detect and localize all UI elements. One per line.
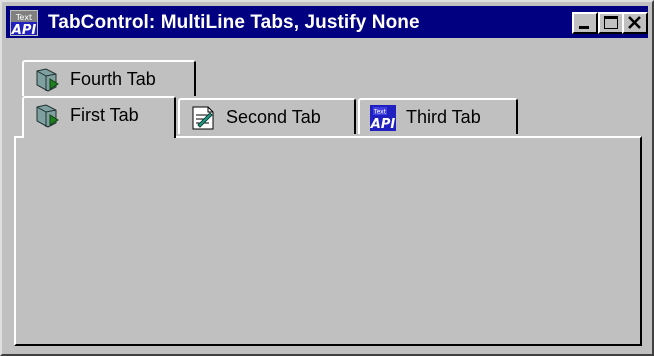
- svg-text:API: API: [370, 117, 395, 131]
- tab-second[interactable]: Second Tab: [178, 98, 356, 134]
- document-icon: [190, 105, 216, 131]
- tab-content-panel: [14, 136, 642, 346]
- maximize-icon: [604, 16, 618, 29]
- tab-third[interactable]: Text API Third Tab: [358, 98, 518, 134]
- tab-fourth[interactable]: Fourth Tab: [22, 60, 196, 96]
- svg-text:Text: Text: [15, 13, 32, 22]
- minimize-icon: [579, 26, 589, 29]
- tab-label: First Tab: [70, 105, 139, 125]
- minimize-button[interactable]: [572, 12, 598, 34]
- close-button[interactable]: [622, 12, 648, 34]
- tab-label: Second Tab: [226, 107, 321, 127]
- first-tab-icon: [34, 103, 60, 129]
- close-icon: [628, 16, 641, 29]
- maximize-button[interactable]: [598, 12, 624, 34]
- title-bar[interactable]: Text API TabControl: MultiLine Tabs, Jus…: [6, 6, 648, 38]
- window-title: TabControl: MultiLine Tabs, Justify None: [48, 12, 420, 33]
- tab-label: Fourth Tab: [70, 69, 156, 89]
- api-icon: Text API: [370, 105, 396, 132]
- tabcontrol-window: Text API TabControl: MultiLine Tabs, Jus…: [0, 0, 654, 356]
- api-icon[interactable]: Text API: [10, 10, 38, 38]
- svg-text:API: API: [11, 23, 37, 36]
- tab-first[interactable]: First Tab: [22, 96, 176, 138]
- svg-text:Text: Text: [373, 109, 387, 116]
- tab-label: Third Tab: [406, 107, 481, 127]
- fourth-tab-icon: [34, 67, 60, 93]
